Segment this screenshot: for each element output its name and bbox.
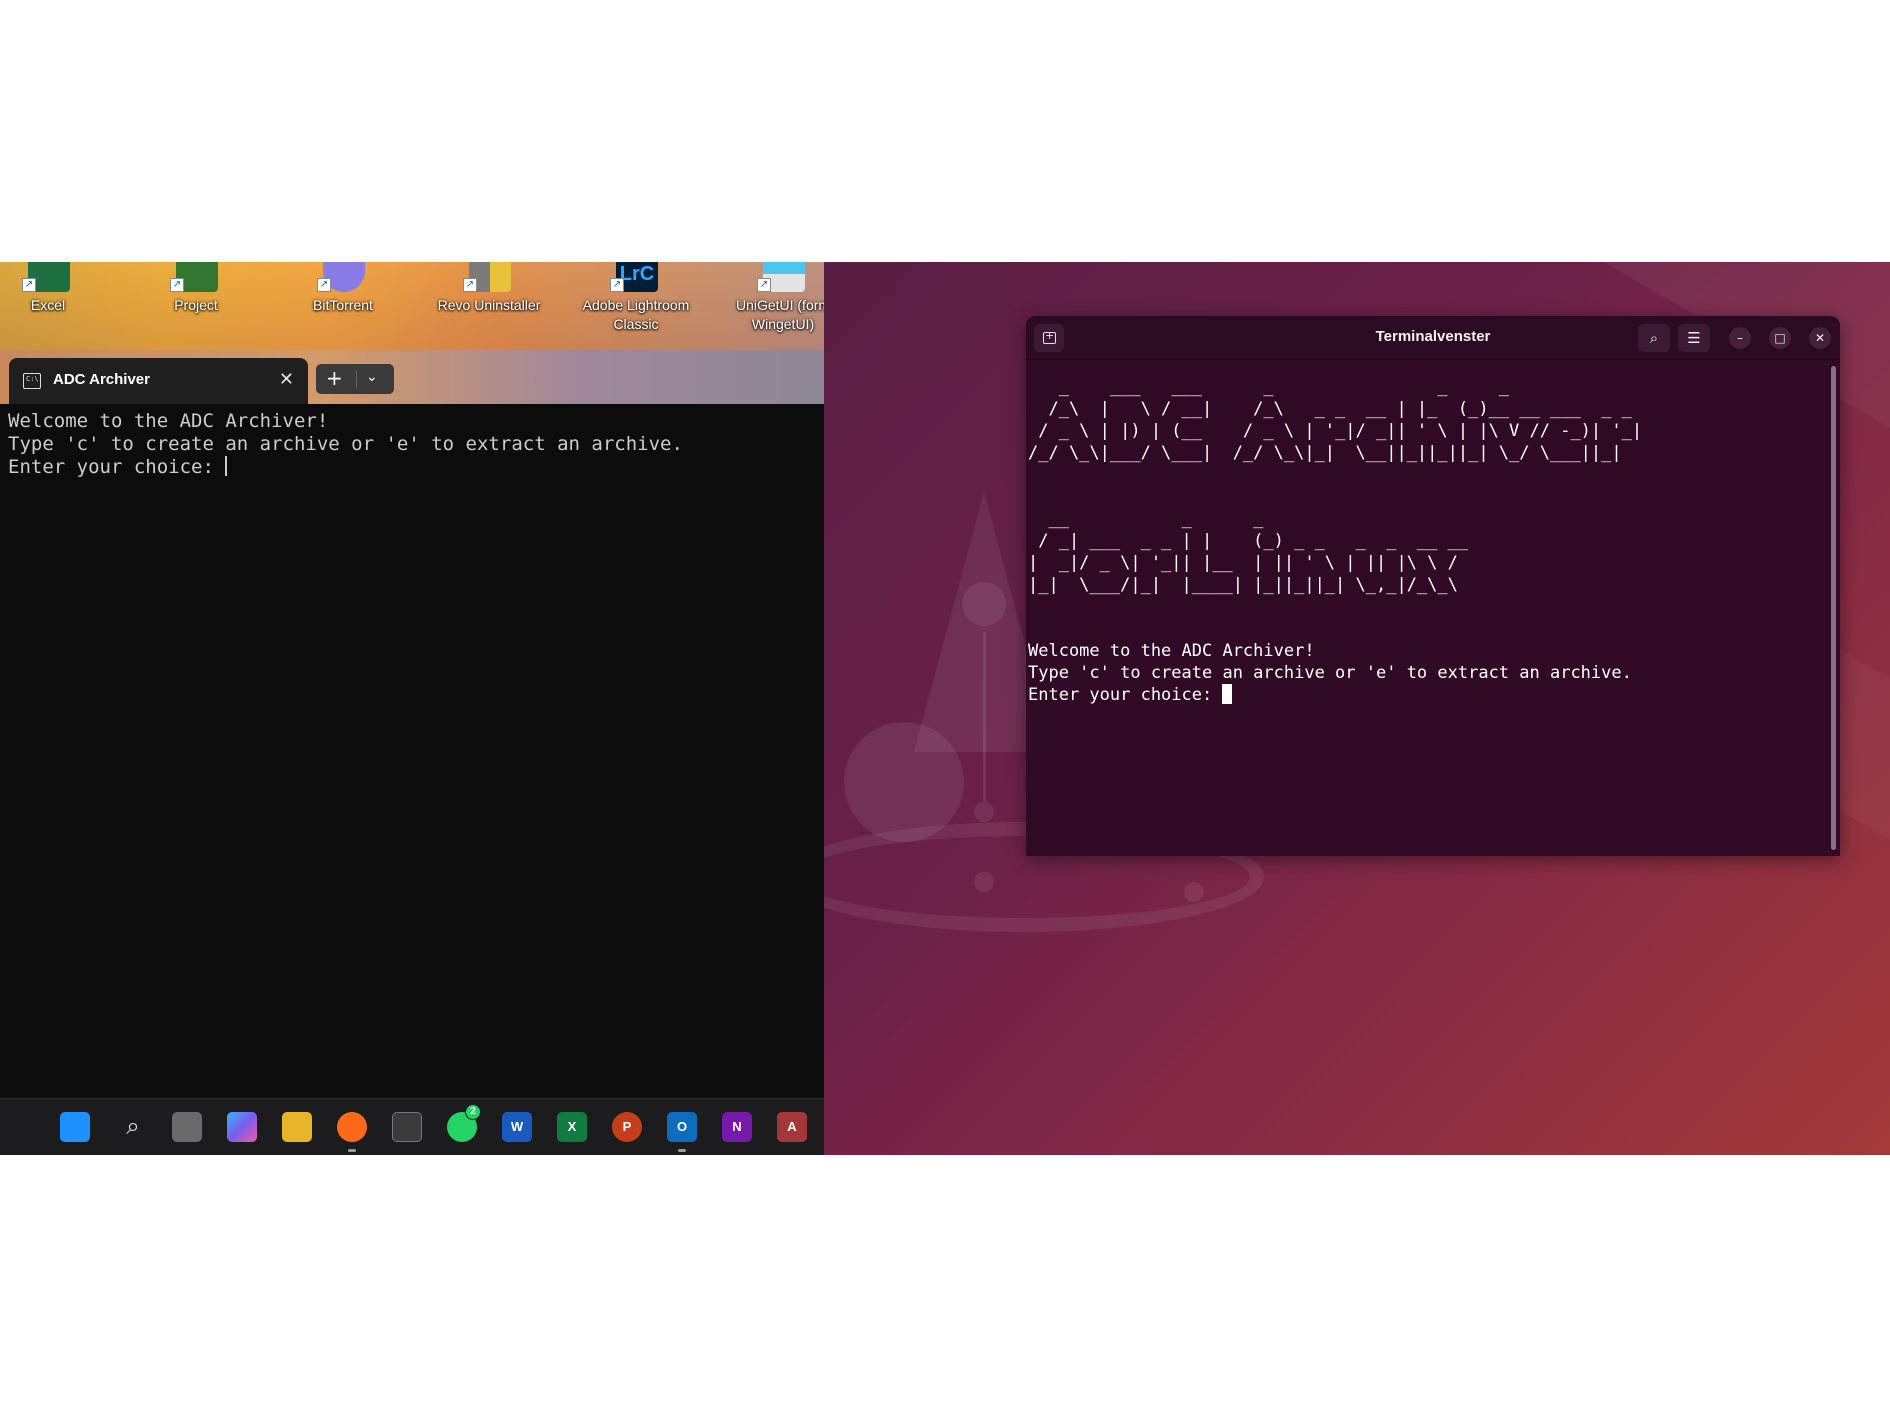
desktop-icon-label: Revo Uninstaller <box>437 297 541 313</box>
minimize-icon: – <box>1737 331 1743 345</box>
onenote-icon[interactable]: N <box>722 1112 752 1142</box>
running-indicator <box>348 1149 356 1152</box>
running-indicator <box>678 1149 686 1152</box>
crown-stick <box>983 632 986 802</box>
desktop-icon-project[interactable]: ↗ Project <box>134 262 258 352</box>
screen: ↗ Excel ↗ Project ↗ BitTorrent ↗ Revo Un… <box>0 262 1890 1155</box>
hamburger-menu-icon: ☰ <box>1687 329 1701 347</box>
whatsapp-icon[interactable]: 2 <box>447 1104 481 1142</box>
terminal-tab-bar: ADC Archiver ✕ + ⌄ <box>0 350 824 404</box>
taskbar: ⌕ 2 W X P O N A <box>0 1098 824 1155</box>
desktop-icon-label: Excel <box>30 297 66 313</box>
ascii-art-line: /_/ \_\|___/ \___| /_/ \_\|_| \__||_||_|… <box>1028 443 1643 463</box>
windows-terminal-window: ADC Archiver ✕ + ⌄ Welcome to the ADC Ar… <box>0 350 824 1068</box>
desktop-icon-revo-uninstaller[interactable]: ↗ Revo Uninstaller <box>427 262 551 352</box>
copilot-icon[interactable] <box>227 1112 257 1142</box>
chevron-down-icon[interactable]: ⌄ <box>366 369 378 385</box>
word-icon[interactable]: W <box>502 1112 532 1142</box>
terminal-header-bar: Terminalvenster ⌕ ☰ – □ ✕ <box>1026 316 1840 360</box>
desktop-icon-label: Project <box>174 297 218 313</box>
search-icon[interactable]: ⌕ <box>118 1112 148 1142</box>
search-icon: ⌕ <box>1649 329 1659 347</box>
minimize-button[interactable]: – <box>1729 327 1751 349</box>
close-icon: ✕ <box>1814 331 1826 345</box>
crown-ball <box>974 802 994 822</box>
new-tab-plus-icon[interactable]: + <box>326 367 343 389</box>
desktop-icon-label: Adobe Lightroom Classic <box>582 297 690 332</box>
ascii-art-line: /_\ | \ / __| /_\ _ _ __ | |_ (_)__ __ _… <box>1028 399 1643 419</box>
desktop-icon-label: UniGetUI (form WingetUI) <box>735 297 824 332</box>
file-explorer-icon[interactable] <box>282 1112 312 1142</box>
close-button[interactable]: ✕ <box>1809 327 1831 349</box>
command-prompt-icon <box>23 373 41 389</box>
desktop-icon-bittorrent[interactable]: ↗ BitTorrent <box>281 262 405 352</box>
shortcut-arrow-icon: ↗ <box>610 278 624 292</box>
maximize-button[interactable]: □ <box>1769 327 1791 349</box>
prompt-line: Enter your choice: <box>8 456 818 479</box>
shortcut-arrow-icon: ↗ <box>22 278 36 292</box>
shortcut-arrow-icon: ↗ <box>463 278 477 292</box>
ascii-art-line: |_| \___/|_| |____| |_||_||_| \_,_|/_\_\ <box>1028 575 1479 595</box>
desktop-icon-excel[interactable]: ↗ Excel <box>0 262 110 352</box>
firefox-icon[interactable] <box>337 1112 367 1142</box>
prompt-text: Enter your choice: <box>1028 685 1223 705</box>
terminal-output[interactable]: Welcome to the ADC Archiver! Type 'c' to… <box>8 410 818 479</box>
store-icon[interactable] <box>392 1112 422 1142</box>
desktop-icon-label: BitTorrent <box>313 297 373 313</box>
desktop-icon-lightroom[interactable]: LrC ↗ Adobe Lightroom Classic <box>574 262 698 352</box>
notification-badge: 2 <box>465 1104 481 1120</box>
prompt-line: Enter your choice: <box>1028 684 1818 706</box>
ascii-art-line <box>1028 464 1818 508</box>
terminal-tab[interactable]: ADC Archiver ✕ <box>9 358 308 404</box>
close-tab-icon[interactable]: ✕ <box>279 369 294 390</box>
shortcut-arrow-icon: ↗ <box>317 278 331 292</box>
ubuntu-desktop: Terminalvenster ⌕ ☰ – □ ✕ _ ___ ___ _ _ … <box>824 262 1890 1155</box>
search-button[interactable]: ⌕ <box>1638 324 1670 352</box>
output-line: Welcome to the ADC Archiver! <box>1028 641 1315 661</box>
access-icon[interactable]: A <box>777 1112 807 1142</box>
shortcut-arrow-icon: ↗ <box>757 278 771 292</box>
excel-icon[interactable]: X <box>557 1112 587 1142</box>
output-line: Type 'c' to create an archive or 'e' to … <box>8 433 683 455</box>
task-view-icon[interactable] <box>172 1112 202 1142</box>
scrollbar[interactable] <box>1831 366 1836 850</box>
output-line: Type 'c' to create an archive or 'e' to … <box>1028 663 1632 683</box>
divider <box>356 370 357 388</box>
shortcut-arrow-icon: ↗ <box>170 278 184 292</box>
terminal-output[interactable]: _ ___ ___ _ _ _ /_\ | \ / __| /_\ _ _ __… <box>1028 376 1818 706</box>
ascii-art-line: __ _ _ <box>1028 509 1489 529</box>
start-icon[interactable] <box>60 1112 90 1142</box>
window-title: Terminalvenster <box>1375 328 1491 345</box>
new-tab-button-group: + ⌄ <box>316 364 394 394</box>
desktop-icon-unigetui[interactable]: ↗ UniGetUI (form WingetUI) <box>721 262 824 352</box>
prompt-text: Enter your choice: <box>8 456 226 478</box>
windows-desktop: ↗ Excel ↗ Project ↗ BitTorrent ↗ Revo Un… <box>0 262 824 1155</box>
powerpoint-icon[interactable]: P <box>612 1112 642 1142</box>
gnome-terminal-window: Terminalvenster ⌕ ☰ – □ ✕ _ ___ ___ _ _ … <box>1026 316 1840 856</box>
tab-title: ADC Archiver <box>53 371 150 388</box>
ascii-art-line: | _|/ _ \| '_|| |__ | || ' \ | || |\ \ / <box>1028 553 1479 573</box>
text-cursor <box>225 456 228 476</box>
menu-button[interactable]: ☰ <box>1678 324 1710 352</box>
block-cursor <box>1222 684 1233 704</box>
ascii-art-line: / _ \ | |) | (__ / _ \ | '_|/ _|| ' \ | … <box>1028 421 1643 441</box>
ascii-art-line: _ ___ ___ _ _ _ <box>1028 377 1653 397</box>
maximize-icon: □ <box>1774 331 1786 345</box>
outlook-icon[interactable]: O <box>667 1112 697 1142</box>
output-line: Welcome to the ADC Archiver! <box>8 410 329 432</box>
ascii-art-line: / _| ___ _ _ | | (_) _ _ _ _ __ __ <box>1028 531 1489 551</box>
crown-ball <box>962 582 1006 626</box>
